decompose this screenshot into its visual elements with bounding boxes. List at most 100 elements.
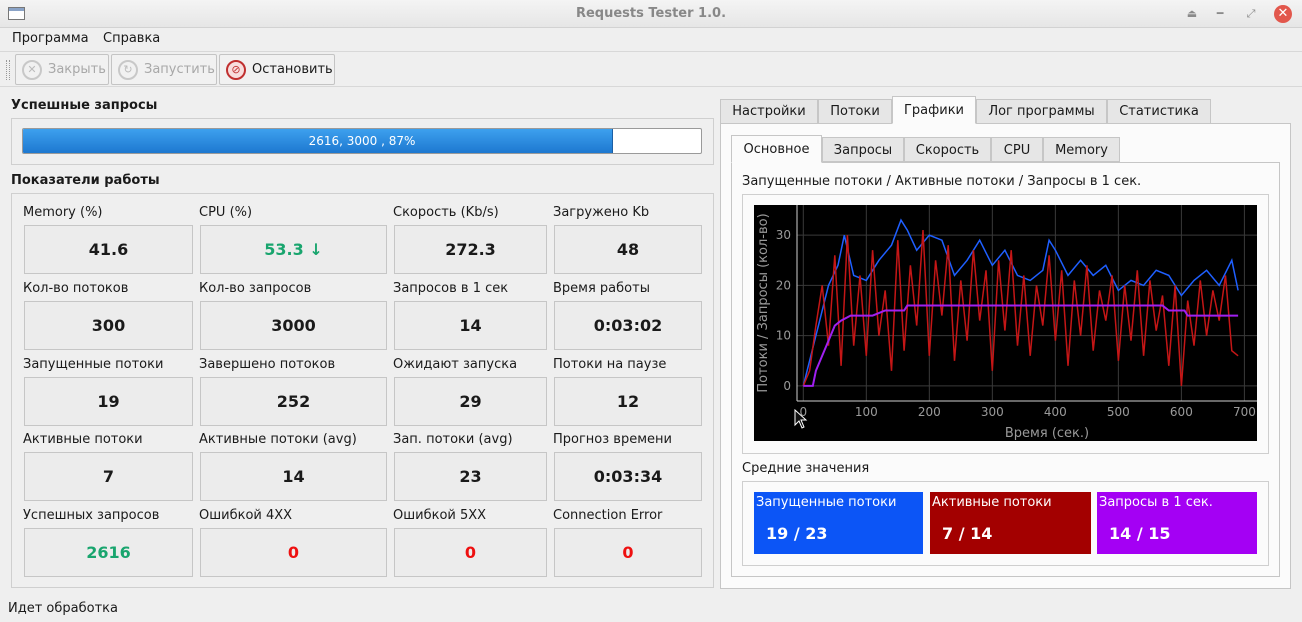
subtab-3[interactable]: CPU [991, 137, 1043, 162]
x-tick-label: 100 [855, 405, 878, 419]
menu-bar: Программа Справка [0, 28, 1302, 50]
metric-label: Connection Error [553, 508, 663, 523]
metric-label: Кол-во потоков [23, 281, 129, 296]
subtab-0[interactable]: Основное [731, 135, 822, 163]
metric-label: Потоки на паузе [553, 357, 667, 372]
chart-svg: 0 100 200 300 400 500 600 7000102030Время (сек.… [756, 205, 1257, 441]
menu-program[interactable]: Программа [12, 31, 89, 46]
x-tick-label: 400 [1044, 405, 1067, 419]
metric-label: Зап. потоки (avg) [393, 432, 513, 447]
metric-value: 300 [24, 301, 193, 350]
y-tick-label: 10 [776, 329, 791, 343]
metric-label: Ошибкой 4XX [199, 508, 293, 523]
metric-value: 272.3 [394, 225, 547, 274]
y-tick-label: 30 [776, 228, 791, 242]
metric-value: 19 [24, 377, 193, 426]
metric-label: Завершено потоков [199, 357, 336, 372]
y-tick-label: 20 [776, 278, 791, 292]
averages-title: Средние значения [742, 461, 870, 476]
x-axis-label: Время (сек.) [1005, 426, 1089, 441]
metric-value: 2616 [24, 528, 193, 577]
metric-value: 0 [394, 528, 547, 577]
refresh-icon: ↻ [118, 60, 138, 80]
metric-value: 29 [394, 377, 547, 426]
y-tick-label: 0 [783, 379, 791, 393]
tab-2[interactable]: Графики [892, 96, 976, 124]
close-button[interactable]: ✕ Закрыть [15, 54, 109, 85]
average-label: Активные потоки [932, 495, 1052, 510]
toolbar-grip[interactable] [6, 60, 10, 80]
metric-value: 0:03:02 [554, 301, 702, 350]
metric-label: Активные потоки [23, 432, 143, 447]
tab-3[interactable]: Лог программы [976, 99, 1107, 124]
metric-label: Memory (%) [23, 205, 103, 220]
start-button[interactable]: ↻ Запустить [111, 54, 217, 85]
metric-label: Ожидают запуска [393, 357, 518, 372]
window-title: Requests Tester 1.0. [575, 6, 727, 21]
average-card: Запросы в 1 сек. 14 / 15 [1097, 492, 1257, 554]
metric-label: Загружено Kb [553, 205, 650, 220]
subtab-4[interactable]: Memory [1043, 137, 1120, 162]
metric-value: 14 [200, 452, 387, 501]
average-label: Запросы в 1 сек. [1099, 495, 1213, 510]
x-tick-label: 200 [918, 405, 941, 419]
metric-value: 12 [554, 377, 702, 426]
minimize-icon[interactable]: ━ [1211, 5, 1229, 23]
average-card: Запущенные потоки 19 / 23 [754, 492, 923, 554]
metric-value: 0:03:34 [554, 452, 702, 501]
chart-title: Запущенные потоки / Активные потоки / За… [742, 174, 1142, 189]
average-value: 14 / 15 [1109, 524, 1171, 543]
x-tick-label: 500 [1107, 405, 1130, 419]
metric-value: 48 [554, 225, 702, 274]
tab-4[interactable]: Статистика [1107, 99, 1211, 124]
progress-text: 2616, 3000 , 87% [308, 134, 416, 148]
status-text: Идет обработка [8, 601, 118, 616]
stop-button-label: Остановить [252, 62, 333, 77]
close-circle-icon: ✕ [22, 60, 42, 80]
metric-label: Запущенные потоки [23, 357, 164, 372]
shade-icon[interactable]: ⏏ [1183, 5, 1201, 23]
metric-label: Скорость (Kb/s) [393, 205, 499, 220]
stop-icon: ⊘ [226, 60, 246, 80]
subtab-2[interactable]: Скорость [904, 137, 991, 162]
tab-1[interactable]: Потоки [818, 99, 892, 124]
metric-value: 23 [394, 452, 547, 501]
toolbar: ✕ Закрыть ↻ Запустить ⊘ Остановить [0, 51, 1302, 87]
metric-label: Прогноз времени [553, 432, 672, 447]
average-label: Запущенные потоки [756, 495, 897, 510]
menu-help[interactable]: Справка [103, 31, 160, 46]
average-card: Активные потоки 7 / 14 [930, 492, 1091, 554]
metric-label: Успешных запросов [23, 508, 160, 523]
metric-value: 252 [200, 377, 387, 426]
close-window-icon[interactable]: ✕ [1274, 5, 1292, 23]
success-progress-bar: 2616, 3000 , 87% [22, 128, 702, 154]
mouse-cursor-icon [794, 409, 808, 429]
metric-value: 0 [200, 528, 387, 577]
subtab-1[interactable]: Запросы [822, 137, 904, 162]
metric-label: Активные потоки (avg) [199, 432, 357, 447]
status-bar: Идет обработка [0, 598, 1302, 622]
y-axis-label: Потоки / Запросы (кол-во) [756, 213, 771, 392]
series-line-1 [802, 230, 1239, 387]
x-tick-label: 700 [1233, 405, 1256, 419]
title-bar: Requests Tester 1.0. ⏏ ━ ⤢ ✕ [0, 0, 1302, 28]
threads-chart: 0 100 200 300 400 500 600 700 0 10 20 30 Время (сек.… [754, 205, 1257, 441]
metric-value: 41.6 [24, 225, 193, 274]
metric-value: 53.3 ↓ [200, 225, 387, 274]
stop-button[interactable]: ⊘ Остановить [219, 54, 335, 85]
x-tick-label: 300 [981, 405, 1004, 419]
success-title: Успешные запросы [11, 98, 158, 113]
metrics-title: Показатели работы [11, 173, 160, 188]
tab-0[interactable]: Настройки [720, 99, 818, 124]
x-tick-label: 600 [1170, 405, 1193, 419]
metric-label: Запросов в 1 сек [393, 281, 509, 296]
start-button-label: Запустить [144, 62, 215, 77]
metric-label: CPU (%) [199, 205, 253, 220]
metric-value: 7 [24, 452, 193, 501]
metric-label: Кол-во запросов [199, 281, 312, 296]
maximize-icon[interactable]: ⤢ [1242, 5, 1260, 23]
metric-value: 0 [554, 528, 702, 577]
average-value: 7 / 14 [942, 524, 993, 543]
metric-value: 3000 [200, 301, 387, 350]
average-value: 19 / 23 [766, 524, 828, 543]
